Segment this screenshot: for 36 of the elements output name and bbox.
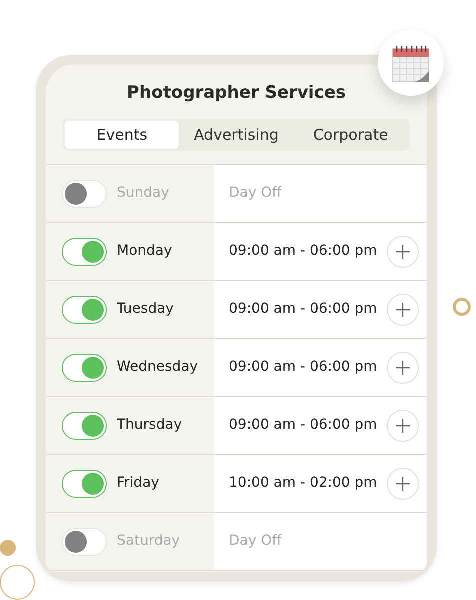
decor-ring [0,565,35,600]
toggle-switch[interactable] [62,238,107,266]
day-label: Tuesday [117,300,174,319]
day-label: Friday [117,474,160,493]
toggle-switch[interactable] [62,412,107,440]
add-button[interactable] [387,294,419,326]
add-button[interactable] [387,468,419,500]
day-label: Wednesday [117,358,198,377]
day-label: Monday [117,242,172,261]
hours-text: 09:00 am - 06:00 pm [229,242,378,261]
tab[interactable]: Events [65,121,180,149]
tab[interactable]: Advertising [179,121,294,149]
decor-ring [453,298,471,316]
hours-text: 09:00 am - 06:00 pm [229,300,378,319]
add-button[interactable] [387,410,419,442]
day-label: Saturday [117,532,180,551]
plus-icon [395,418,411,434]
calendar-icon [392,43,430,83]
panel-title: Photographer Services [126,82,347,105]
hours-text: 10:00 am - 02:00 pm [229,474,378,493]
toggle-switch[interactable] [62,470,107,498]
day-label: Sunday [117,184,170,203]
add-button[interactable] [387,236,419,268]
hours-text: 09:00 am - 06:00 pm [229,416,378,435]
hours-text: Day Off [229,532,282,551]
hours-text: 09:00 am - 06:00 pm [229,358,378,377]
toggle-switch[interactable] [62,354,107,382]
tab[interactable]: Corporate [294,121,408,149]
toggle-switch[interactable] [62,296,107,324]
plus-icon [395,244,411,260]
plus-icon [395,360,411,376]
hours-text: Day Off [229,184,282,203]
plus-icon [395,302,411,318]
plus-icon [395,476,411,492]
add-button[interactable] [387,352,419,384]
day-label: Thursday [117,416,182,435]
